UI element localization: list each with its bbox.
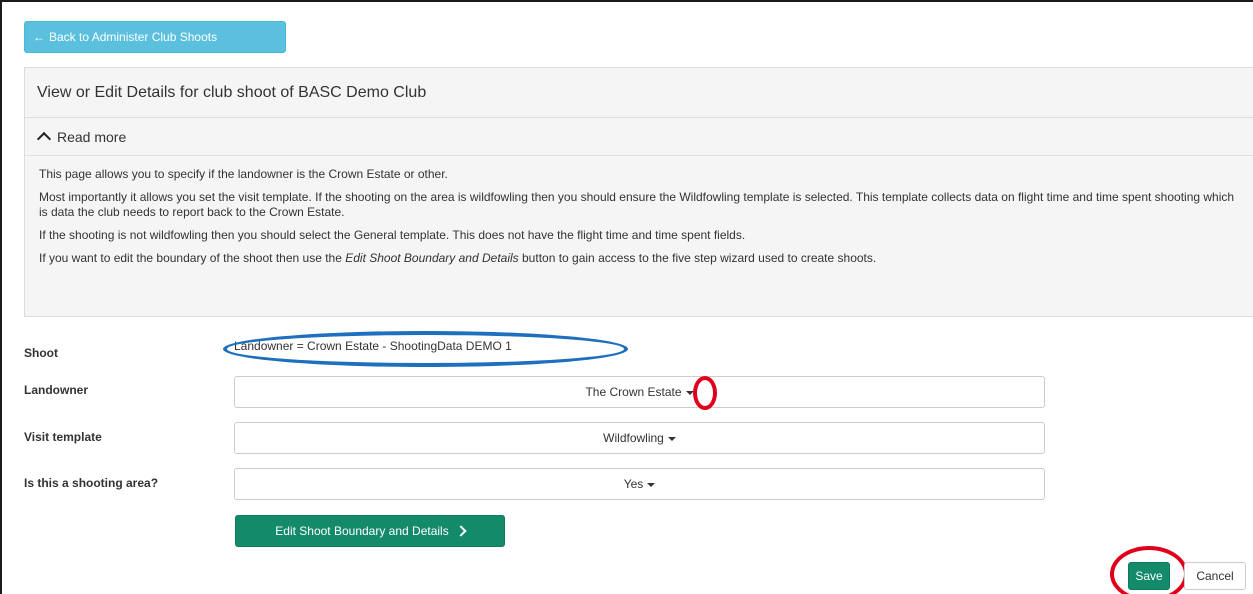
chevron-right-icon — [455, 525, 467, 537]
help-paragraph-4: If you want to edit the boundary of the … — [39, 251, 1241, 266]
back-to-administer-club-shoots-button[interactable]: ← Back to Administer Club Shoots — [24, 21, 286, 53]
page: ← Back to Administer Club Shoots View or… — [0, 0, 1253, 594]
help-paragraph-2: Most importantly it allows you set the v… — [39, 190, 1235, 219]
read-more-toggle[interactable]: Read more — [25, 118, 1253, 156]
edit-shoot-boundary-button[interactable]: Edit Shoot Boundary and Details — [235, 515, 505, 547]
landowner-dropdown[interactable]: The Crown Estate — [234, 376, 1045, 408]
shooting-area-selected-value: Yes — [623, 477, 644, 491]
shoot-value: Landowner = Crown Estate - ShootingData … — [234, 339, 512, 353]
chevron-up-icon — [36, 131, 52, 146]
help-paragraph-4-emphasis: Edit Shoot Boundary and Details — [345, 251, 519, 265]
cancel-button[interactable]: Cancel — [1184, 562, 1246, 590]
arrow-left-icon: ← — [33, 30, 45, 44]
help-text: This page allows you to specify if the l… — [25, 156, 1253, 316]
landowner-label: Landowner — [24, 383, 89, 397]
back-button-label: Back to Administer Club Shoots — [49, 30, 218, 44]
visit-template-selected-value: Wildfowling — [603, 431, 664, 445]
visit-template-label: Visit template — [24, 430, 102, 444]
edit-shoot-boundary-label: Edit Shoot Boundary and Details — [275, 524, 449, 538]
help-paragraph-3: If the shooting is not wildfowling then … — [39, 228, 746, 242]
help-paragraph-1: This page allows you to specify if the l… — [39, 167, 448, 181]
landowner-selected-value: The Crown Estate — [585, 385, 682, 399]
caret-down-icon — [667, 437, 676, 441]
shoot-label: Shoot — [24, 346, 58, 360]
help-paragraph-4-start: If you want to edit the boundary of the … — [39, 251, 346, 265]
panel-title: View or Edit Details for club shoot of B… — [25, 68, 1253, 118]
visit-template-dropdown[interactable]: Wildfowling — [234, 422, 1045, 454]
read-more-label: Read more — [57, 128, 127, 145]
caret-down-icon — [647, 483, 656, 487]
save-button[interactable]: Save — [1128, 562, 1170, 590]
shooting-area-dropdown[interactable]: Yes — [234, 468, 1045, 500]
details-panel: View or Edit Details for club shoot of B… — [24, 67, 1253, 317]
help-paragraph-4-end: button to gain access to the five step w… — [518, 251, 877, 265]
caret-down-icon — [685, 391, 694, 395]
shooting-area-label: Is this a shooting area? — [24, 476, 159, 490]
